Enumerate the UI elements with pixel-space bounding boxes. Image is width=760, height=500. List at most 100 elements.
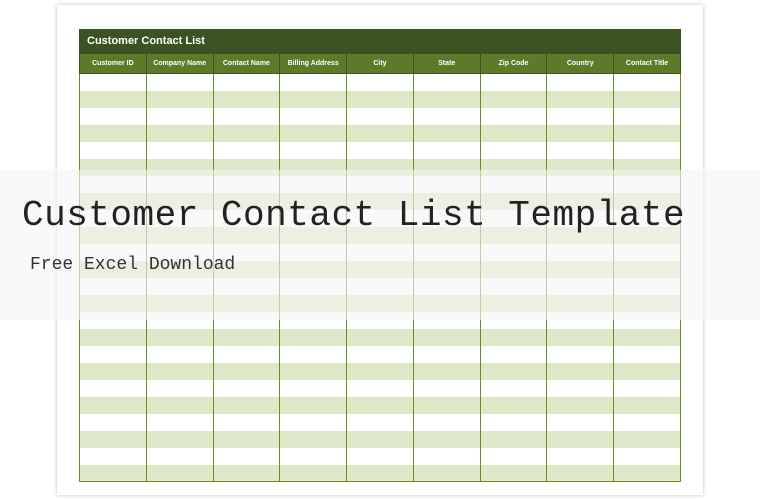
table-cell [80,431,147,448]
table-cell [480,380,547,397]
table-cell [413,431,480,448]
table-cell [146,125,213,142]
table-cell [347,431,414,448]
table-cell [146,448,213,465]
table-cell [146,465,213,482]
table-cell [347,363,414,380]
table-cell [146,414,213,431]
table-cell [413,363,480,380]
table-cell [80,346,147,363]
table-cell [146,91,213,108]
table-cell [614,431,681,448]
table-cell [146,363,213,380]
table-cell [213,465,280,482]
table-cell [213,431,280,448]
sheet-title: Customer Contact List [79,29,681,53]
table-cell [347,414,414,431]
table-cell [146,329,213,346]
table-cell [347,329,414,346]
table-cell [480,329,547,346]
col-billing-address: Billing Address [280,54,347,74]
table-cell [347,346,414,363]
table-cell [347,108,414,125]
table-cell [413,108,480,125]
table-cell [80,414,147,431]
table-cell [280,431,347,448]
col-contact-title: Contact Title [614,54,681,74]
table-cell [413,448,480,465]
table-cell [80,380,147,397]
table-row [80,363,681,380]
table-cell [146,346,213,363]
table-cell [614,346,681,363]
table-cell [413,380,480,397]
table-cell [213,91,280,108]
table-cell [80,448,147,465]
table-cell [547,465,614,482]
table-cell [80,465,147,482]
table-cell [280,380,347,397]
table-cell [213,380,280,397]
table-cell [413,329,480,346]
table-cell [413,91,480,108]
table-cell [547,91,614,108]
table-cell [614,125,681,142]
table-row [80,142,681,159]
col-state: State [413,54,480,74]
table-cell [547,397,614,414]
table-cell [480,346,547,363]
table-cell [547,448,614,465]
table-cell [280,74,347,91]
table-cell [547,380,614,397]
table-cell [547,125,614,142]
table-cell [80,91,147,108]
col-customer-id: Customer ID [80,54,147,74]
table-cell [480,125,547,142]
table-cell [480,142,547,159]
table-cell [280,142,347,159]
table-cell [480,363,547,380]
table-cell [213,108,280,125]
table-cell [280,448,347,465]
table-cell [413,74,480,91]
col-zip-code: Zip Code [480,54,547,74]
table-cell [480,431,547,448]
table-cell [614,108,681,125]
table-cell [347,142,414,159]
table-cell [347,465,414,482]
table-cell [413,142,480,159]
table-cell [413,397,480,414]
table-cell [280,363,347,380]
table-cell [347,125,414,142]
table-cell [480,414,547,431]
table-cell [80,108,147,125]
table-cell [213,329,280,346]
table-cell [614,414,681,431]
table-cell [146,380,213,397]
table-cell [213,448,280,465]
table-cell [213,363,280,380]
table-cell [413,346,480,363]
table-cell [347,74,414,91]
table-cell [480,108,547,125]
table-cell [547,329,614,346]
table-cell [146,431,213,448]
table-cell [347,397,414,414]
table-cell [547,108,614,125]
table-row [80,380,681,397]
table-cell [614,74,681,91]
table-row [80,346,681,363]
table-cell [213,397,280,414]
table-cell [280,414,347,431]
table-row [80,74,681,91]
table-cell [80,142,147,159]
table-cell [146,108,213,125]
table-cell [80,397,147,414]
table-cell [80,363,147,380]
table-cell [547,363,614,380]
table-cell [213,346,280,363]
table-cell [480,74,547,91]
table-cell [213,142,280,159]
table-cell [614,448,681,465]
table-row [80,108,681,125]
